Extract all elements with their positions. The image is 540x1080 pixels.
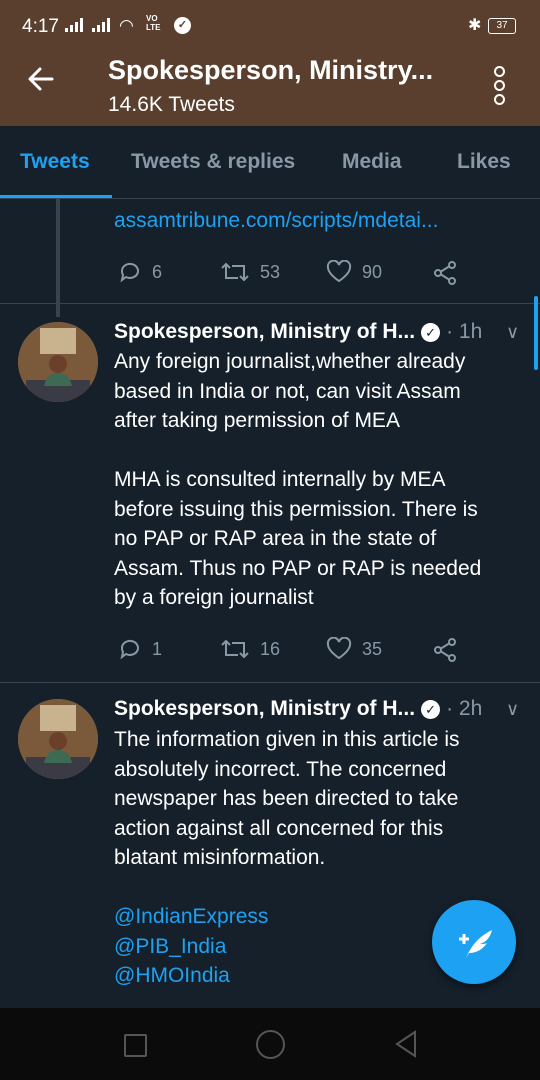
share-icon (434, 638, 456, 662)
compose-feather-icon (459, 930, 492, 958)
verified-badge-icon: ✓ (421, 322, 441, 342)
tweet-header: Spokesperson, Ministry of H... ✓ · 2h (114, 697, 524, 725)
tweet-line: blatant misinformation. (114, 846, 326, 869)
reply-icon (120, 262, 139, 283)
tweet-count: 14.6K Tweets (108, 93, 235, 116)
tweet-line: Assam. Thus no PAP or RAP is needed (114, 556, 482, 580)
bluetooth-icon: ✱ (468, 17, 482, 34)
volte-badge: VO LTE (146, 14, 161, 32)
tweet-line: The information given in this article is (114, 728, 460, 751)
reply-icon (120, 639, 139, 660)
tab-tweets-replies[interactable]: Tweets & replies (131, 150, 295, 174)
like-button[interactable]: 35 (326, 637, 382, 661)
scrollbar-thumb[interactable] (534, 296, 538, 370)
signal-icon-2 (92, 18, 110, 32)
tweet-time: · 1h (446, 320, 483, 343)
more-options-icon[interactable] (492, 66, 508, 106)
like-count: 90 (362, 261, 383, 282)
heart-icon (326, 260, 352, 283)
tab-media[interactable]: Media (342, 150, 402, 174)
avatar[interactable] (18, 322, 98, 402)
avatar[interactable] (18, 699, 98, 779)
author-name[interactable]: Spokesperson, Ministry of H... (114, 697, 415, 720)
tweet-header: Spokesperson, Ministry of H... ✓ · 1h (114, 320, 524, 348)
retweet-count: 16 (260, 638, 281, 659)
tweet-time: · 2h (446, 697, 483, 720)
tweet-actions: 1 16 35 (114, 637, 474, 667)
tweet-line: action against all concerned for this (114, 816, 444, 840)
tweet-line: newspaper has been directed to take (114, 787, 459, 810)
tab-likes[interactable]: Likes (457, 150, 511, 174)
retweet-button[interactable]: 53 (220, 260, 280, 284)
profile-tabs: Tweets Tweets & replies Media Likes (0, 126, 540, 199)
tweet-actions: 6 53 90 (114, 260, 474, 290)
tweet-line: Any foreign journalist,whether already (114, 350, 466, 373)
tweet-divider (0, 303, 540, 304)
share-button[interactable] (432, 637, 458, 663)
chevron-down-icon[interactable]: ∨ (506, 322, 522, 342)
reply-count: 1 (152, 638, 163, 659)
author-name[interactable]: Spokesperson, Ministry of H... (114, 320, 415, 343)
tweet-line: before issuing this permission. There is (114, 497, 478, 521)
app-notification-icon: ✓ (174, 17, 191, 34)
tweet-line: no PAP or RAP area in the state of (114, 527, 437, 550)
tweet-line: based in India or not, can visit Assam (114, 379, 461, 403)
like-button[interactable]: 90 (326, 260, 382, 284)
retweet-icon (221, 639, 249, 659)
reply-count: 6 (152, 261, 163, 282)
profile-title: Spokesperson, Ministry... (108, 55, 434, 85)
recent-apps-icon[interactable] (124, 1034, 147, 1057)
tweet-line: absolutely incorrect. The concerned (114, 757, 447, 781)
tweet-body: Any foreign journalist,whether already b… (114, 347, 514, 613)
reply-button[interactable]: 1 (118, 637, 162, 661)
system-navigation-bar (0, 1008, 540, 1080)
retweet-icon (221, 262, 249, 282)
status-time: 4:17 (22, 16, 59, 37)
tweet-divider (0, 682, 540, 683)
reply-button[interactable]: 6 (118, 260, 162, 284)
battery-indicator: 37 (488, 18, 516, 34)
chevron-down-icon[interactable]: ∨ (506, 699, 522, 719)
tab-tweets[interactable]: Tweets (20, 150, 90, 174)
tweet-line: MHA is consulted internally by MEA (114, 468, 446, 491)
back-triangle-icon[interactable] (394, 1030, 418, 1058)
share-icon (434, 261, 456, 285)
tweet-link[interactable]: assamtribune.com/scripts/mdetai... (114, 206, 514, 236)
wifi-icon: ◠ (119, 16, 134, 35)
retweet-count: 53 (260, 261, 281, 282)
back-arrow-icon[interactable] (26, 64, 60, 100)
share-button[interactable] (432, 260, 458, 286)
signal-icon (65, 18, 83, 32)
verified-badge-icon: ✓ (421, 699, 441, 719)
tweet-line: by a foreign journalist (114, 586, 314, 609)
home-icon[interactable] (256, 1030, 285, 1059)
retweet-button[interactable]: 16 (220, 637, 280, 661)
heart-icon (326, 637, 352, 660)
tweet-line: after taking permission of MEA (114, 409, 400, 432)
thread-connector (56, 199, 60, 317)
compose-tweet-button[interactable] (432, 900, 516, 984)
like-count: 35 (362, 638, 383, 659)
active-tab-indicator (0, 195, 112, 198)
